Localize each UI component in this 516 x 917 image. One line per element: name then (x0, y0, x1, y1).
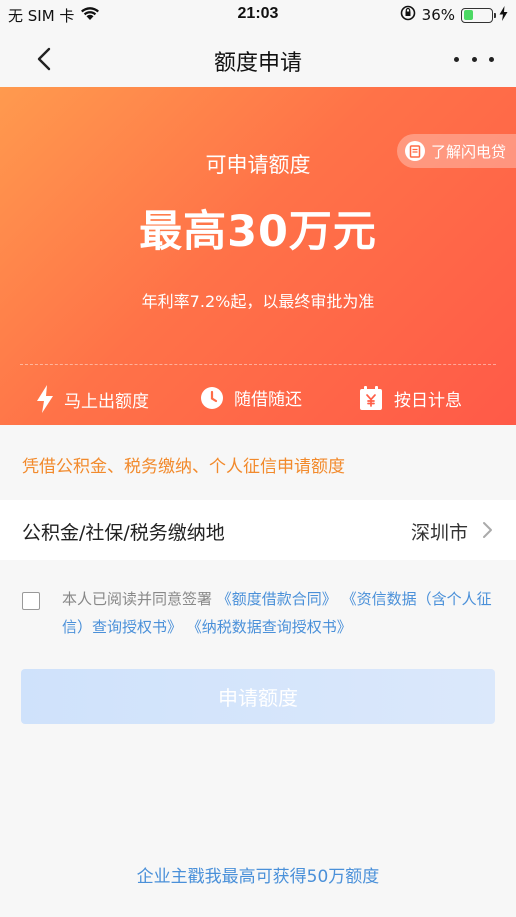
learn-more-label: 了解闪电贷 (431, 142, 507, 161)
calendar-yen-icon (358, 385, 384, 411)
interest-rate-text: 年利率7.2%起，以最终审批为准 (141, 292, 375, 311)
application-subtitle: 凭借公积金、税务缴纳、个人征信申请额度 (22, 457, 345, 477)
loan-contract-link[interactable]: 《额度借款合同》 (217, 590, 337, 608)
tax-query-auth-link[interactable]: 《纳税数据查询授权书》 (187, 618, 352, 636)
more-icon[interactable] (454, 44, 494, 74)
feature-label: 马上出额度 (64, 391, 149, 412)
feature-daily-interest: 按日计息 (358, 385, 462, 411)
chevron-right-icon (480, 521, 494, 539)
lightning-icon (36, 385, 54, 413)
feature-instant-credit: 马上出额度 (36, 385, 149, 413)
feature-label: 随借随还 (234, 390, 302, 410)
location-value: 深圳市 (410, 522, 468, 544)
battery-level (463, 10, 473, 20)
orientation-lock-icon (400, 5, 416, 25)
more-dot (489, 56, 494, 62)
more-dot (471, 56, 477, 62)
page-title: 额度申请 (213, 51, 302, 76)
agreement-text: 本人已阅读并同意签署 《额度借款合同》 《资信数据（含个人征信）查询授权书》 《… (62, 585, 496, 641)
apply-credit-button[interactable]: 申请额度 (21, 669, 495, 724)
status-bar: 无 SIM 卡 21:03 36% (0, 0, 516, 30)
credit-amount: 最高30万元 (139, 207, 377, 257)
agreement-checkbox[interactable] (22, 592, 40, 610)
status-right: 36% (400, 5, 508, 25)
more-dot (454, 56, 459, 62)
location-selector-row[interactable]: 公积金/社保/税务缴纳地 深圳市 (0, 500, 516, 560)
agreement-prefix: 本人已阅读并同意签署 (62, 590, 213, 608)
feature-label: 按日计息 (394, 390, 462, 411)
learn-more-button[interactable]: 了解闪电贷 (397, 134, 516, 168)
nav-bar: 额度申请 (0, 30, 516, 87)
business-owner-link[interactable]: 企业主戳我最高可获得50万额度 (0, 862, 516, 887)
location-label: 公积金/社保/税务缴纳地 (22, 522, 225, 544)
feature-flexible-repay: 随借随还 (200, 385, 302, 410)
credit-hero-card: 可申请额度 最高30万元 年利率7.2%起，以最终审批为准 了解闪电贷 马上出额… (0, 87, 516, 425)
battery-icon (461, 7, 496, 23)
battery-percent: 36% (421, 6, 455, 24)
charging-icon (499, 5, 508, 25)
clock-icon (200, 386, 224, 410)
agreement-section: 本人已阅读并同意签署 《额度借款合同》 《资信数据（含个人征信）查询授权书》 《… (22, 585, 496, 641)
hero-divider (20, 364, 496, 365)
document-icon (405, 141, 425, 161)
